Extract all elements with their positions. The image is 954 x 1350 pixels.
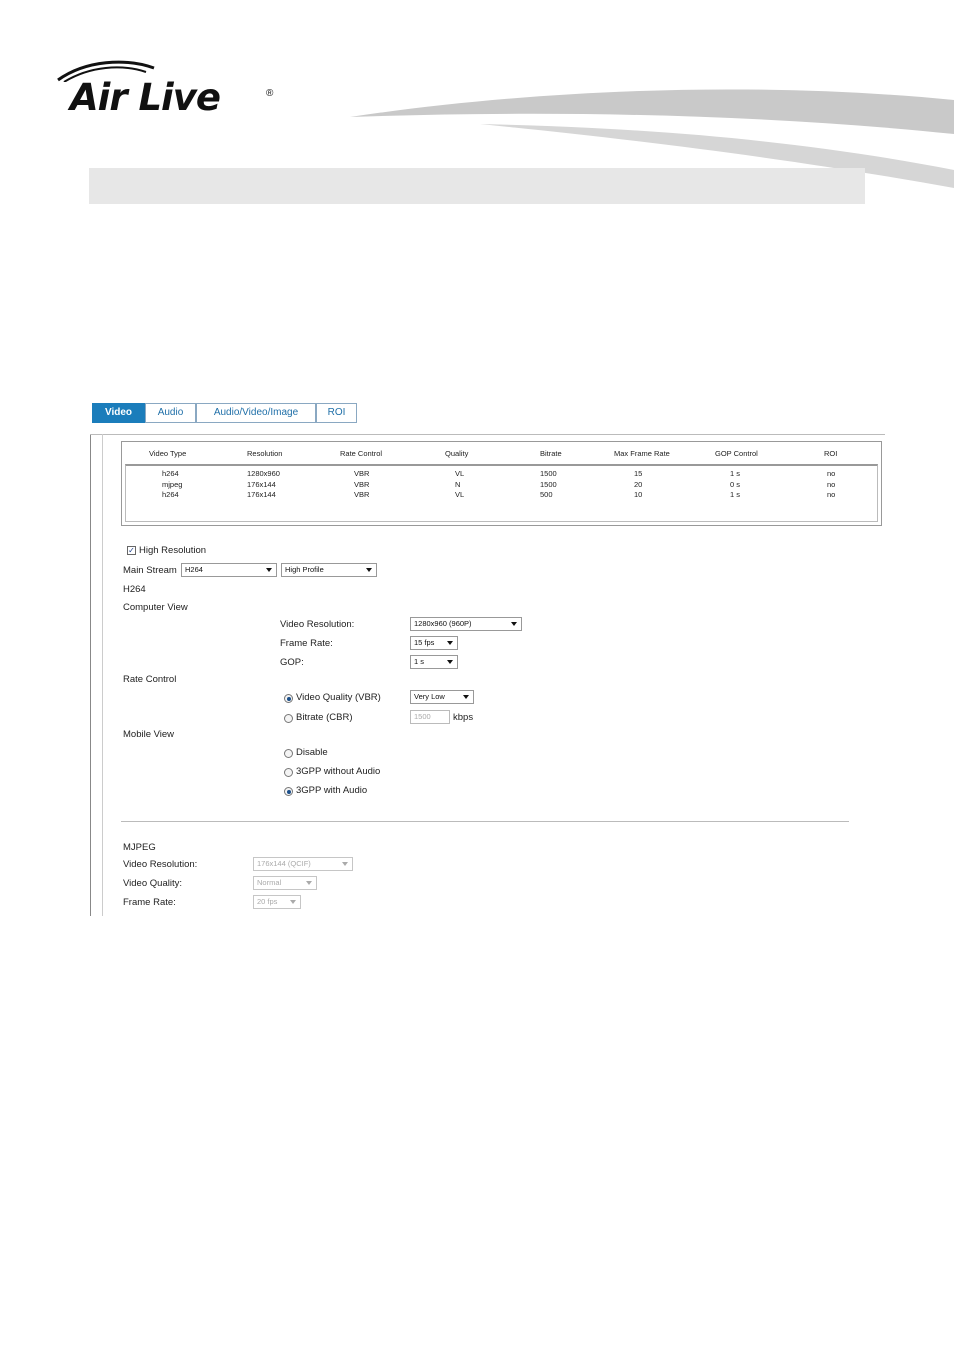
- section-divider: [121, 821, 849, 822]
- bitrate-input[interactable]: 1500: [410, 710, 450, 724]
- column-header-resolution: Resolution: [247, 449, 283, 458]
- stream-table-body: [125, 464, 878, 522]
- vbr-label: Video Quality (VBR): [296, 692, 381, 703]
- gop-select[interactable]: 1 s: [410, 655, 458, 669]
- chevron-down-icon: [306, 881, 312, 885]
- tab-audio[interactable]: Audio: [145, 403, 196, 423]
- vbr-radio[interactable]: [284, 694, 293, 703]
- column-header-rate-control: Rate Control: [340, 449, 383, 458]
- table-cell: N: [455, 480, 461, 489]
- chevron-down-icon: [447, 660, 453, 664]
- column-header-gop-control: GOP Control: [715, 449, 758, 458]
- table-cell: VBR: [354, 469, 370, 478]
- chevron-down-icon: [366, 568, 372, 572]
- video-resolution-value: 1280x960 (960P): [414, 619, 472, 628]
- tab-roi[interactable]: ROI: [316, 403, 357, 423]
- table-cell: VBR: [354, 480, 370, 489]
- mobile-3gpp-audio-radio[interactable]: [284, 787, 293, 796]
- mobile-disable-radio[interactable]: [284, 749, 293, 758]
- high-resolution-label: High Resolution: [139, 545, 207, 556]
- panel-border-left: [90, 434, 91, 916]
- table-cell: h264: [162, 490, 179, 499]
- table-cell: 15: [634, 469, 643, 478]
- rate-control-heading: Rate Control: [123, 674, 177, 685]
- header-bar: [89, 168, 865, 204]
- table-cell: 1500: [540, 480, 557, 489]
- logo-text: Air Live: [70, 76, 221, 119]
- mjpeg-video-quality-value: Normal: [257, 878, 282, 887]
- mjpeg-frame-rate-value: 20 fps: [257, 897, 278, 906]
- table-cell: 20: [634, 480, 643, 489]
- mjpeg-heading: MJPEG: [123, 842, 156, 853]
- main-stream-profile-select[interactable]: High Profile: [281, 563, 377, 577]
- mjpeg-video-quality-select[interactable]: Normal: [253, 876, 317, 890]
- table-cell: h264: [162, 469, 179, 478]
- column-header-roi: ROI: [824, 449, 838, 458]
- airlive-logo: Air Live ®: [56, 58, 286, 128]
- video-resolution-select[interactable]: 1280x960 (960P): [410, 617, 522, 631]
- h264-heading: H264: [123, 584, 146, 595]
- panel-inner-border: [102, 434, 103, 916]
- table-cell: 176x144: [247, 490, 276, 499]
- table-cell: 1 s: [730, 469, 741, 478]
- mobile-disable-label: Disable: [296, 747, 328, 758]
- column-header-bitrate: Bitrate: [540, 449, 562, 458]
- mobile-view-heading: Mobile View: [123, 729, 175, 740]
- table-cell: no: [827, 480, 836, 489]
- table-cell: VBR: [354, 490, 370, 499]
- mjpeg-frame-rate-label: Frame Rate:: [123, 897, 176, 908]
- table-cell: VL: [455, 469, 465, 478]
- main-stream-codec-select[interactable]: H264: [181, 563, 277, 577]
- table-cell: mjpeg: [162, 480, 183, 489]
- tab-video[interactable]: Video: [92, 403, 145, 423]
- gop-label: GOP:: [280, 657, 304, 668]
- main-stream-codec-value: H264: [185, 565, 203, 574]
- gop-value: 1 s: [414, 657, 425, 666]
- mjpeg-video-resolution-value: 176x144 (QCIF): [257, 859, 311, 868]
- logo-registered-mark: ®: [266, 88, 274, 99]
- panel-border-top: [90, 434, 885, 435]
- main-stream-label: Main Stream: [123, 565, 177, 576]
- bitrate-unit-label: kbps: [453, 712, 474, 723]
- table-cell: 0 s: [730, 480, 741, 489]
- mjpeg-video-resolution-select[interactable]: 176x144 (QCIF): [253, 857, 353, 871]
- column-header-video-type: Video Type: [149, 449, 187, 458]
- mobile-3gpp-no-audio-label: 3GPP without Audio: [296, 766, 381, 777]
- table-cell: 500: [540, 490, 553, 499]
- chevron-down-icon: [266, 568, 272, 572]
- chevron-down-icon: [290, 900, 296, 904]
- chevron-down-icon: [463, 695, 469, 699]
- column-header-max-frame-rate: Max Frame Rate: [614, 449, 670, 458]
- frame-rate-label: Frame Rate:: [280, 638, 333, 649]
- frame-rate-select[interactable]: 15 fps: [410, 636, 458, 650]
- table-cell: VL: [455, 490, 465, 499]
- mjpeg-frame-rate-select[interactable]: 20 fps: [253, 895, 301, 909]
- table-cell: 176x144: [247, 480, 276, 489]
- table-cell: 10: [634, 490, 643, 499]
- chevron-down-icon: [511, 622, 517, 626]
- mobile-3gpp-no-audio-radio[interactable]: [284, 768, 293, 777]
- chevron-down-icon: [447, 641, 453, 645]
- video-quality-select[interactable]: Very Low: [410, 690, 474, 704]
- frame-rate-value: 15 fps: [414, 638, 435, 647]
- video-quality-value: Very Low: [414, 692, 445, 701]
- table-cell: 1280x960: [247, 469, 280, 478]
- table-cell: 1500: [540, 469, 557, 478]
- table-cell: 1 s: [730, 490, 741, 499]
- mjpeg-video-resolution-label: Video Resolution:: [123, 859, 198, 870]
- table-cell: no: [827, 490, 836, 499]
- mjpeg-video-quality-label: Video Quality:: [123, 878, 182, 889]
- mobile-3gpp-audio-label: 3GPP with Audio: [296, 785, 368, 796]
- main-stream-profile-value: High Profile: [285, 565, 324, 574]
- high-resolution-checkbox[interactable]: ✓: [127, 546, 136, 555]
- chevron-down-icon: [342, 862, 348, 866]
- cbr-radio[interactable]: [284, 714, 293, 723]
- tab-audio-video-image[interactable]: Audio/Video/Image: [196, 403, 316, 423]
- table-cell: no: [827, 469, 836, 478]
- video-resolution-label: Video Resolution:: [280, 619, 355, 630]
- cbr-label: Bitrate (CBR): [296, 712, 353, 723]
- computer-view-heading: Computer View: [123, 602, 188, 613]
- column-header-quality: Quality: [445, 449, 469, 458]
